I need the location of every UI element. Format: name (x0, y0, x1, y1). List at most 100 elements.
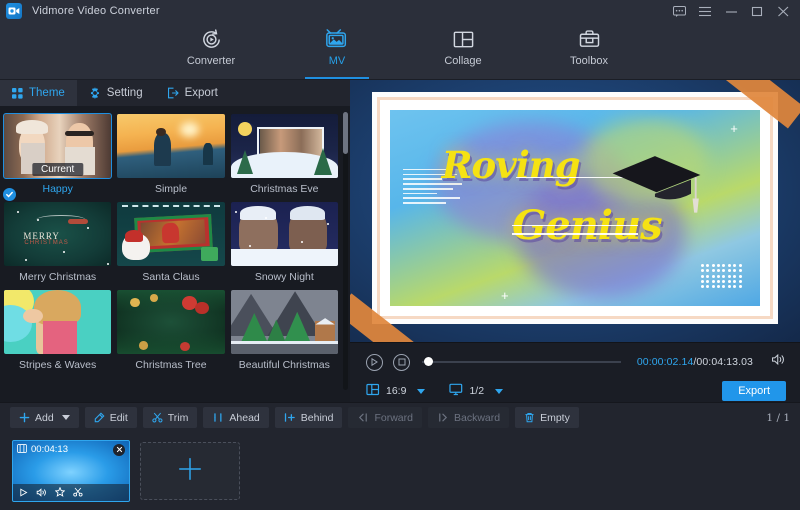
button-label: Ahead (229, 412, 259, 424)
current-badge: Current (32, 163, 83, 176)
playback-time: 00:00:02.14/00:04:13.03 (637, 356, 753, 368)
plus-icon (177, 456, 203, 487)
theme-item-christmas-tree[interactable]: Christmas Tree (117, 290, 224, 372)
backward-button[interactable]: Backward (428, 407, 509, 428)
theme-name: Santa Claus (117, 270, 224, 284)
nav-item-mv[interactable]: MV (297, 22, 377, 79)
theme-item-beautiful-christmas[interactable]: Beautiful Christmas (231, 290, 338, 372)
tab-export[interactable]: Export (155, 80, 230, 106)
nav-label: Toolbox (570, 55, 608, 67)
insert-behind-icon (284, 412, 296, 423)
add-clip-placeholder[interactable] (140, 442, 240, 500)
chevron-down-icon[interactable] (417, 389, 425, 394)
clip-play-button[interactable] (19, 484, 28, 502)
add-button[interactable]: Add (10, 407, 79, 428)
clip-trim-button[interactable] (73, 484, 83, 502)
export-icon (167, 87, 179, 99)
button-label: Edit (110, 412, 128, 424)
export-button[interactable]: Export (722, 381, 786, 401)
tab-label: Theme (29, 87, 65, 99)
seek-handle[interactable] (424, 357, 433, 366)
current-time: 00:00:02.14 (637, 356, 694, 368)
menu-button[interactable] (692, 0, 718, 22)
edit-button[interactable]: Edit (85, 407, 137, 428)
button-label: Forward (374, 412, 413, 424)
theme-thumbnail (117, 114, 224, 178)
nav-label: MV (329, 55, 346, 67)
player-controls: 00:00:02.14/00:04:13.03 (350, 342, 800, 402)
clip-actions (13, 484, 129, 501)
main-nav: Converter MV Collage (0, 22, 800, 80)
preview-frame: Roving Genius (372, 92, 778, 324)
total-time: 00:04:13.03 (696, 356, 753, 368)
theme-name: Merry Christmas (4, 270, 111, 284)
volume-icon (771, 353, 786, 371)
theme-selected-checkmark-icon (2, 187, 17, 202)
graduation-cap-icon (601, 153, 712, 224)
clip-duration: 00:04:13 (31, 444, 68, 455)
volume-button[interactable] (771, 353, 786, 371)
clip-volume-button[interactable] (36, 484, 47, 502)
theme-thumbnail (231, 202, 338, 266)
theme-list-scrollbar[interactable] (343, 112, 348, 390)
theme-item-happy[interactable]: Current Happy (4, 114, 111, 196)
scrollbar-thumb[interactable] (343, 112, 348, 154)
maximize-button[interactable] (744, 0, 770, 22)
quality-control[interactable]: 1/2 (449, 383, 503, 399)
clip-close-button[interactable] (113, 444, 125, 456)
theme-item-santa-claus[interactable]: Santa Claus (117, 202, 224, 284)
theme-item-stripes-waves[interactable]: Stripes & Waves (4, 290, 111, 372)
theme-thumbnail (231, 114, 338, 178)
player-options-row: 16:9 1/2 Export (366, 378, 786, 404)
minimize-button[interactable] (718, 0, 744, 22)
theme-item-snowy-night[interactable]: Snowy Night (231, 202, 338, 284)
stop-button[interactable] (393, 354, 410, 371)
aspect-ratio-control[interactable]: 16:9 (366, 383, 425, 399)
collage-icon (452, 26, 475, 52)
clip-effect-button[interactable] (55, 484, 65, 502)
decor-plus-top: + (730, 122, 738, 135)
theme-thumbnail: MERRY CHRISTMAS (4, 202, 111, 266)
ahead-button[interactable]: Ahead (203, 407, 268, 428)
behind-button[interactable]: Behind (275, 407, 343, 428)
nav-label: Collage (444, 55, 481, 67)
chevron-down-icon[interactable] (495, 389, 503, 394)
theme-item-christmas-eve[interactable]: Christmas Eve (231, 114, 338, 196)
theme-name: Snowy Night (231, 270, 338, 284)
decor-dots (701, 264, 742, 289)
monitor-icon (449, 383, 463, 399)
feedback-button[interactable] (666, 0, 692, 22)
theme-thumbnail (117, 290, 224, 354)
button-label: Behind (301, 412, 334, 424)
tab-setting[interactable]: Setting (77, 80, 155, 106)
chevron-down-icon[interactable] (62, 415, 70, 420)
film-icon (17, 444, 27, 456)
move-forward-icon (357, 412, 369, 423)
timeline-clip[interactable]: 00:04:13 (12, 440, 130, 502)
grid-icon (12, 88, 23, 99)
tab-label: Setting (107, 87, 143, 99)
play-button[interactable] (366, 354, 383, 371)
button-label: Add (35, 412, 54, 424)
trim-button[interactable]: Trim (143, 407, 198, 428)
clip-timeline: 00:04:13 (0, 432, 800, 510)
theme-item-merry-christmas[interactable]: MERRY CHRISTMAS Merry Christmas (4, 202, 111, 284)
theme-name: Christmas Eve (231, 182, 338, 196)
close-button[interactable] (770, 0, 796, 22)
title-bar: Vidmore Video Converter (0, 0, 800, 22)
theme-item-simple[interactable]: Simple (117, 114, 224, 196)
empty-button[interactable]: Empty (515, 407, 579, 428)
tab-theme[interactable]: Theme (0, 80, 77, 106)
scissors-icon (152, 412, 163, 423)
insert-ahead-icon (212, 412, 224, 423)
theme-name: Stripes & Waves (4, 358, 111, 372)
nav-item-collage[interactable]: Collage (423, 22, 503, 79)
preview-title-line1: Roving (442, 143, 580, 187)
nav-item-toolbox[interactable]: Toolbox (549, 22, 629, 79)
aspect-ratio-icon (366, 383, 380, 399)
forward-button[interactable]: Forward (348, 407, 422, 428)
button-label: Backward (454, 412, 500, 424)
nav-item-converter[interactable]: Converter (171, 22, 251, 79)
seek-slider[interactable] (422, 355, 621, 369)
player-transport-row: 00:00:02.14/00:04:13.03 (366, 350, 786, 374)
